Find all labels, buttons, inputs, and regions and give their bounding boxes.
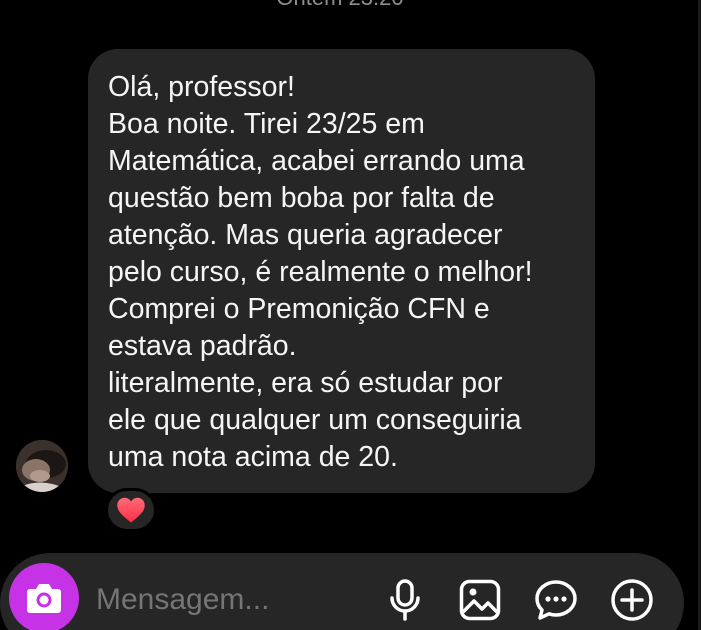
message-text: Olá, professor! Boa noite. Tirei 23/25 e… <box>108 69 577 476</box>
chat-bubble-icon <box>535 580 577 620</box>
voice-message-button[interactable] <box>383 578 427 622</box>
sticker-button[interactable] <box>534 578 578 622</box>
gallery-button[interactable] <box>458 578 502 622</box>
message-line: questão bem boba por falta de <box>108 182 495 214</box>
sender-avatar[interactable] <box>16 440 68 492</box>
dm-thread-screen: Ontem 23:20 Olá, professor! Boa noite. T… <box>0 0 701 630</box>
plus-circle-icon <box>611 579 653 621</box>
heart-reaction[interactable] <box>105 488 157 532</box>
avatar-photo <box>16 440 68 492</box>
message-timestamp: Ontem 23:20 <box>0 0 680 10</box>
message-line: atenção. Mas queria agradecer <box>108 219 503 251</box>
camera-button[interactable] <box>9 563 79 630</box>
camera-icon <box>27 584 61 613</box>
microphone-icon <box>390 579 420 621</box>
message-line: Comprei o Premonição CFN e <box>108 293 490 325</box>
message-line: estava padrão. <box>108 330 297 362</box>
message-line: ele que qualquer um conseguiria <box>108 404 522 436</box>
message-bubble[interactable]: Olá, professor! Boa noite. Tirei 23/25 e… <box>88 49 595 493</box>
message-line: Olá, professor! <box>108 71 295 103</box>
message-line: pelo curso, é realmente o melhor! <box>108 256 533 288</box>
gallery-icon <box>459 579 501 621</box>
more-options-button[interactable] <box>610 578 654 622</box>
message-line: uma nota acima de 20. <box>108 441 398 473</box>
message-input[interactable] <box>96 580 366 620</box>
message-line: Boa noite. Tirei 23/25 em <box>108 108 425 140</box>
message-line: Matemática, acabei errando uma <box>108 145 525 177</box>
message-line: literalmente, era só estudar por <box>108 367 503 399</box>
heart-icon <box>117 497 145 523</box>
